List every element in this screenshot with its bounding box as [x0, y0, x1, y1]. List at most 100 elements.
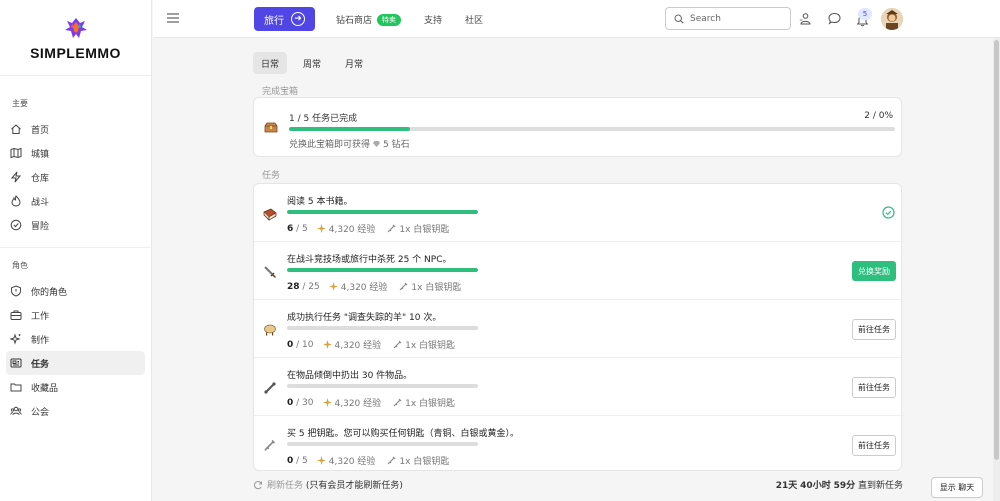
chest-progress-fill — [289, 127, 411, 131]
sidebar-item-tasks[interactable]: 任务 — [6, 351, 145, 375]
avatar[interactable] — [881, 8, 903, 30]
silver-key-icon — [393, 398, 402, 407]
task-progress-bar — [287, 268, 478, 272]
task-meta: 28 / 25 4,320 经验 1x 白银钥匙 — [287, 280, 462, 294]
search-input[interactable]: Search — [665, 7, 791, 30]
chat-bubble-icon[interactable] — [828, 12, 841, 25]
support-link[interactable]: 支持 — [424, 13, 442, 26]
community-link[interactable]: 社区 — [465, 13, 483, 26]
task-current: 0 — [287, 455, 294, 466]
task-meta: 0 / 30 4,320 经验 1x 白银钥匙 — [287, 396, 455, 410]
chest-reward-text: 兑换此宝箱即可获得 5 钻石 — [289, 137, 410, 150]
task-title: 成功执行任务 "调查失踪的羊" 10 次。 — [287, 313, 442, 323]
go-to-task-button[interactable]: 前往任务 — [852, 435, 896, 456]
sword-icon — [264, 266, 276, 278]
silver-key-icon — [387, 456, 396, 465]
task-title: 买 5 把钥匙。您可以购买任何钥匙（青铜、白银或黄金）。 — [287, 429, 519, 439]
tab-monthly[interactable]: 月常 — [337, 52, 371, 74]
task-total: / 5 — [296, 223, 308, 234]
sidebar-item-adventure[interactable]: 冒险 — [6, 213, 145, 237]
map-icon — [10, 147, 22, 159]
sidebar-item-label: 冒险 — [31, 221, 50, 232]
go-to-task-button[interactable]: 前往任务 — [852, 319, 896, 340]
task-current: 0 — [287, 397, 294, 408]
chest-progress-text: 1 / 5 任务已完成 — [289, 114, 358, 124]
sidebar-item-work[interactable]: 工作 — [6, 303, 145, 327]
sidebar-item-town[interactable]: 城镇 — [6, 141, 145, 165]
countdown-hours: 40小时 — [800, 481, 831, 491]
chest-section-title: 完成宝箱 — [262, 87, 299, 97]
tab-daily[interactable]: 日常 — [253, 52, 288, 74]
brand-name: SIMPLEMMO — [30, 45, 121, 61]
diamond-icon — [373, 141, 381, 147]
sidebar-item-label: 收藏品 — [31, 383, 59, 394]
scrollbar-thumb[interactable] — [994, 40, 999, 460]
task-xp: 4,320 经验 — [334, 399, 382, 409]
refresh-icon[interactable] — [253, 480, 263, 490]
task-progress-fill — [287, 268, 478, 272]
task-row: 在战斗竞技场或旅行中杀死 25 个 NPC。 28 / 25 4,320 经验 … — [254, 242, 903, 300]
treasure-chest-icon — [264, 122, 278, 133]
refresh-note: (只有会员才能刷新任务) — [305, 481, 403, 491]
section-label-main: 主要 — [12, 99, 28, 108]
sidebar: SIMPLEMMO 主要 首页 城镇 仓库 战斗 冒险 角色 你的角色 工作 制… — [0, 0, 152, 501]
sidebar-item-battle[interactable]: 战斗 — [6, 189, 145, 213]
task-title: 在战斗竞技场或旅行中杀死 25 个 NPC。 — [287, 255, 452, 265]
arrow-right-icon: ➜ — [291, 12, 305, 26]
fire-icon — [10, 195, 22, 207]
task-title: 在物品倾倒中扔出 30 件物品。 — [287, 371, 413, 381]
users-icon — [10, 405, 22, 417]
shield-icon — [10, 285, 22, 297]
search-icon — [674, 13, 684, 24]
claim-reward-button[interactable]: 兑换奖励 — [852, 261, 896, 281]
task-row: 在物品倾倒中扔出 30 件物品。 0 / 30 4,320 经验 1x 白银钥匙… — [254, 358, 903, 416]
completion-chest-card: 1 / 5 任务已完成 2 / 0% 兑换此宝箱即可获得 5 钻石 — [253, 97, 902, 157]
show-chat-button[interactable]: 显示 聊天 — [931, 477, 983, 498]
refresh-tasks-row: 刷新任务 (只有会员才能刷新任务) — [253, 478, 403, 491]
sidebar-item-your-character[interactable]: 你的角色 — [6, 279, 145, 303]
menu-icon[interactable] — [167, 13, 179, 23]
top-navbar: 旅行 ➜ 钻石商店 特卖 支持 社区 Search 5 — [153, 0, 1000, 38]
sidebar-item-home[interactable]: 首页 — [6, 117, 145, 141]
tab-weekly[interactable]: 周常 — [295, 52, 329, 74]
task-xp: 4,320 经验 — [340, 283, 388, 293]
xp-star-icon — [328, 282, 338, 291]
sparkles-icon — [10, 333, 22, 345]
completed-check-icon — [882, 206, 895, 219]
refresh-tasks-link[interactable]: 刷新任务 — [267, 478, 303, 491]
sidebar-item-label: 制作 — [31, 335, 50, 346]
task-total: / 25 — [302, 281, 320, 292]
chest-percent: 2 / 0% — [864, 111, 893, 121]
chest-reward-prefix: 兑换此宝箱即可获得 — [289, 140, 371, 150]
countdown-suffix: 直到新任务 — [857, 481, 903, 491]
silver-key-icon — [387, 224, 396, 233]
lightning-icon — [10, 171, 22, 183]
period-tabs: 日常 周常 月常 — [253, 52, 379, 74]
sidebar-item-crafting[interactable]: 制作 — [6, 327, 145, 351]
diamond-shop-link[interactable]: 钻石商店 特卖 — [336, 13, 402, 26]
travel-button[interactable]: 旅行 ➜ — [254, 7, 315, 31]
book-icon — [263, 208, 277, 221]
sidebar-item-collectables[interactable]: 收藏品 — [6, 375, 145, 399]
sidebar-item-label: 城镇 — [31, 149, 50, 160]
tasks-card: 阅读 5 本书籍。 6 / 5 4,320 经验 1x 白银钥匙 在战斗竞技场或… — [253, 183, 903, 471]
task-progress-bar — [287, 210, 478, 214]
task-reward: 1x 白银钥匙 — [405, 341, 456, 351]
task-progress-fill — [287, 210, 478, 214]
xp-star-icon — [316, 456, 326, 465]
sidebar-item-storage[interactable]: 仓库 — [6, 165, 145, 189]
task-reward: 1x 白银钥匙 — [411, 283, 462, 293]
task-meta: 0 / 5 4,320 经验 1x 白银钥匙 — [287, 454, 449, 468]
sidebar-item-guild[interactable]: 公会 — [6, 399, 145, 423]
logo[interactable]: SIMPLEMMO — [0, 0, 151, 76]
xp-star-icon — [316, 224, 326, 233]
go-to-task-button[interactable]: 前往任务 — [852, 377, 896, 398]
task-total: / 5 — [296, 455, 308, 466]
task-current: 0 — [287, 339, 294, 350]
page-scrollbar[interactable] — [993, 38, 1000, 501]
countdown: 21天 40小时 59分 直到新任务 — [776, 478, 903, 491]
folder-icon — [10, 381, 22, 393]
check-circle-icon — [10, 219, 22, 231]
friends-icon[interactable] — [799, 12, 812, 25]
bone-icon — [264, 382, 276, 394]
